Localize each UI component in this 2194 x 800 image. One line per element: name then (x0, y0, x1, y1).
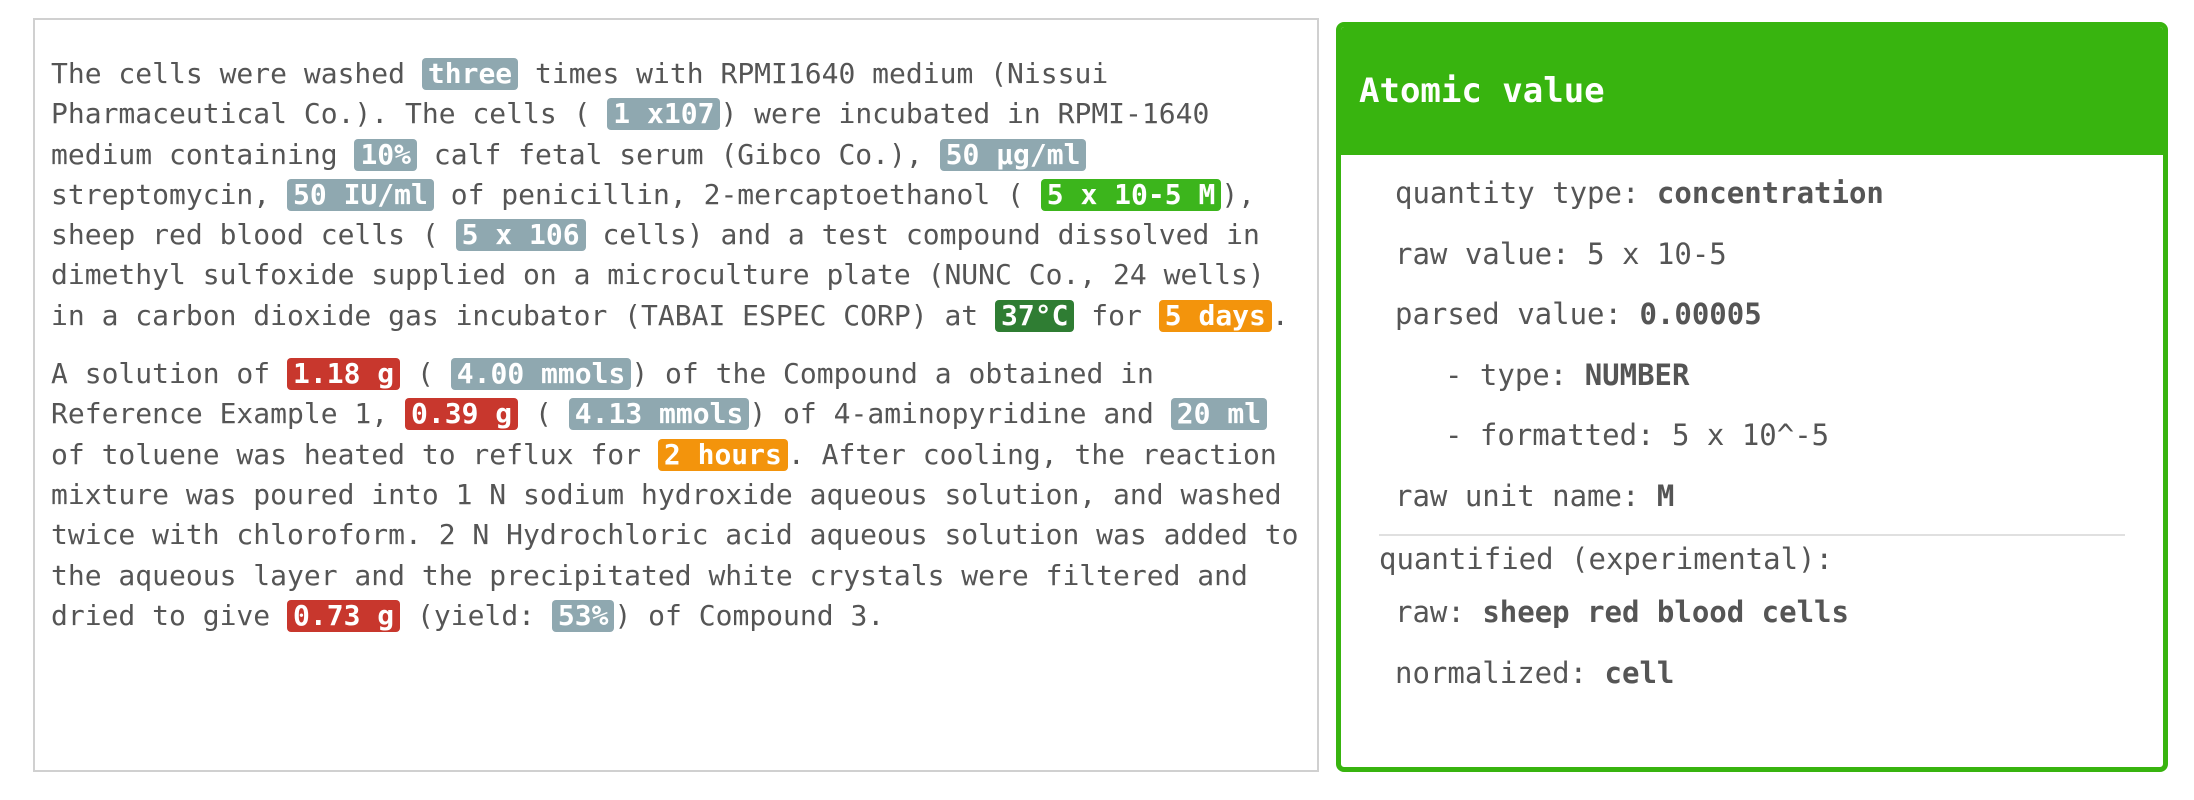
atomic-value-panel: Atomic value quantity type: concentratio… (1336, 22, 2168, 772)
annotation-tag[interactable]: 20 ml (1170, 398, 1268, 431)
annotation-tag[interactable]: three (421, 58, 519, 90)
paragraph-2: A solution of 1.18 g ( 4.00 mmols) of th… (51, 354, 1301, 636)
field-value: M (1656, 478, 1675, 513)
field-label: - formatted: (1445, 418, 1655, 452)
field-label: raw value: (1395, 236, 1570, 271)
text-span: ) of 4-aminopyridine and (749, 397, 1171, 431)
annotation-tag[interactable]: 4.00 mmols (450, 358, 632, 391)
field-label: - type: (1445, 357, 1568, 392)
text-span: . (1271, 298, 1289, 332)
field-value: sheep red blood cells (1482, 595, 1849, 629)
panel-title: Atomic value (1341, 27, 2163, 155)
annotation-tag[interactable]: 10% (354, 138, 418, 171)
annotation-tag[interactable]: 1.18 g (287, 358, 401, 391)
type-row: - type: NUMBER (1341, 345, 2163, 406)
quantified-normalized-row: normalized: cell (1341, 643, 2163, 704)
panel-body: quantity type: concentration raw value: … (1341, 155, 2163, 703)
field-value: cell (1604, 655, 1675, 690)
text-span: streptomycin, (51, 177, 288, 211)
text-span: ( (518, 397, 569, 431)
text-span: The cells were washed (51, 57, 422, 90)
annotation-tag[interactable]: 2 hours (657, 438, 788, 471)
text-span: of penicillin, 2-mercaptoethanol ( (433, 177, 1041, 211)
annotation-tag[interactable]: 4.13 mmols (568, 398, 750, 431)
parsed-value-row: parsed value: 0.00005 (1341, 284, 2163, 345)
annotation-tag[interactable]: 50 IU/ml (287, 178, 434, 211)
annotation-tag[interactable]: 5 x 106 (455, 219, 586, 252)
field-label: raw unit name: (1395, 478, 1640, 513)
field-label: raw: (1395, 595, 1465, 629)
text-panel: The cells were washed three times with R… (33, 18, 1319, 772)
annotation-tag[interactable]: 0.39 g (405, 398, 519, 431)
text-span: ) of Compound 3. (614, 598, 885, 632)
raw-value-row: raw value: 5 x 10-5 (1341, 224, 2163, 285)
text-span: of toluene was heated to reflux for (51, 437, 658, 471)
text-span: ( (400, 357, 451, 391)
field-value: concentration (1656, 176, 1884, 210)
quantified-raw-row: raw: sheep red blood cells (1341, 582, 2163, 643)
text-span: A solution of (51, 357, 288, 391)
field-label: parsed value: (1395, 297, 1622, 331)
annotation-tag[interactable]: 53% (551, 599, 615, 632)
quantified-title: quantified (experimental): (1379, 542, 1833, 576)
field-value: NUMBER (1584, 357, 1690, 392)
text-span: (yield: (400, 598, 552, 632)
field-label: quantity type: (1395, 176, 1640, 210)
quantity-type-row: quantity type: concentration (1341, 163, 2163, 224)
annotation-tag[interactable]: 37°C (995, 299, 1075, 332)
text-span: calf fetal serum (Gibco Co.), (417, 137, 940, 171)
annotation-tag[interactable]: 5 days (1158, 299, 1272, 332)
field-value: 5 x 10^-5 (1671, 418, 1830, 452)
annotation-tag[interactable]: 0.73 g (287, 599, 401, 632)
field-value: 5 x 10-5 (1587, 236, 1727, 271)
field-label: normalized: (1395, 655, 1588, 690)
annotation-tag[interactable]: 1 x107 (607, 98, 721, 131)
paragraph-1: The cells were washed three times with R… (51, 54, 1301, 336)
text-span: for (1074, 298, 1159, 332)
annotation-tag-selected[interactable]: 5 x 10-5 M (1040, 178, 1222, 211)
raw-unit-row: raw unit name: M (1341, 466, 2163, 527)
formatted-row: - formatted: 5 x 10^-5 (1341, 405, 2163, 466)
field-value: 0.00005 (1639, 297, 1762, 331)
annotation-tag[interactable]: 50 µg/ml (939, 138, 1087, 171)
